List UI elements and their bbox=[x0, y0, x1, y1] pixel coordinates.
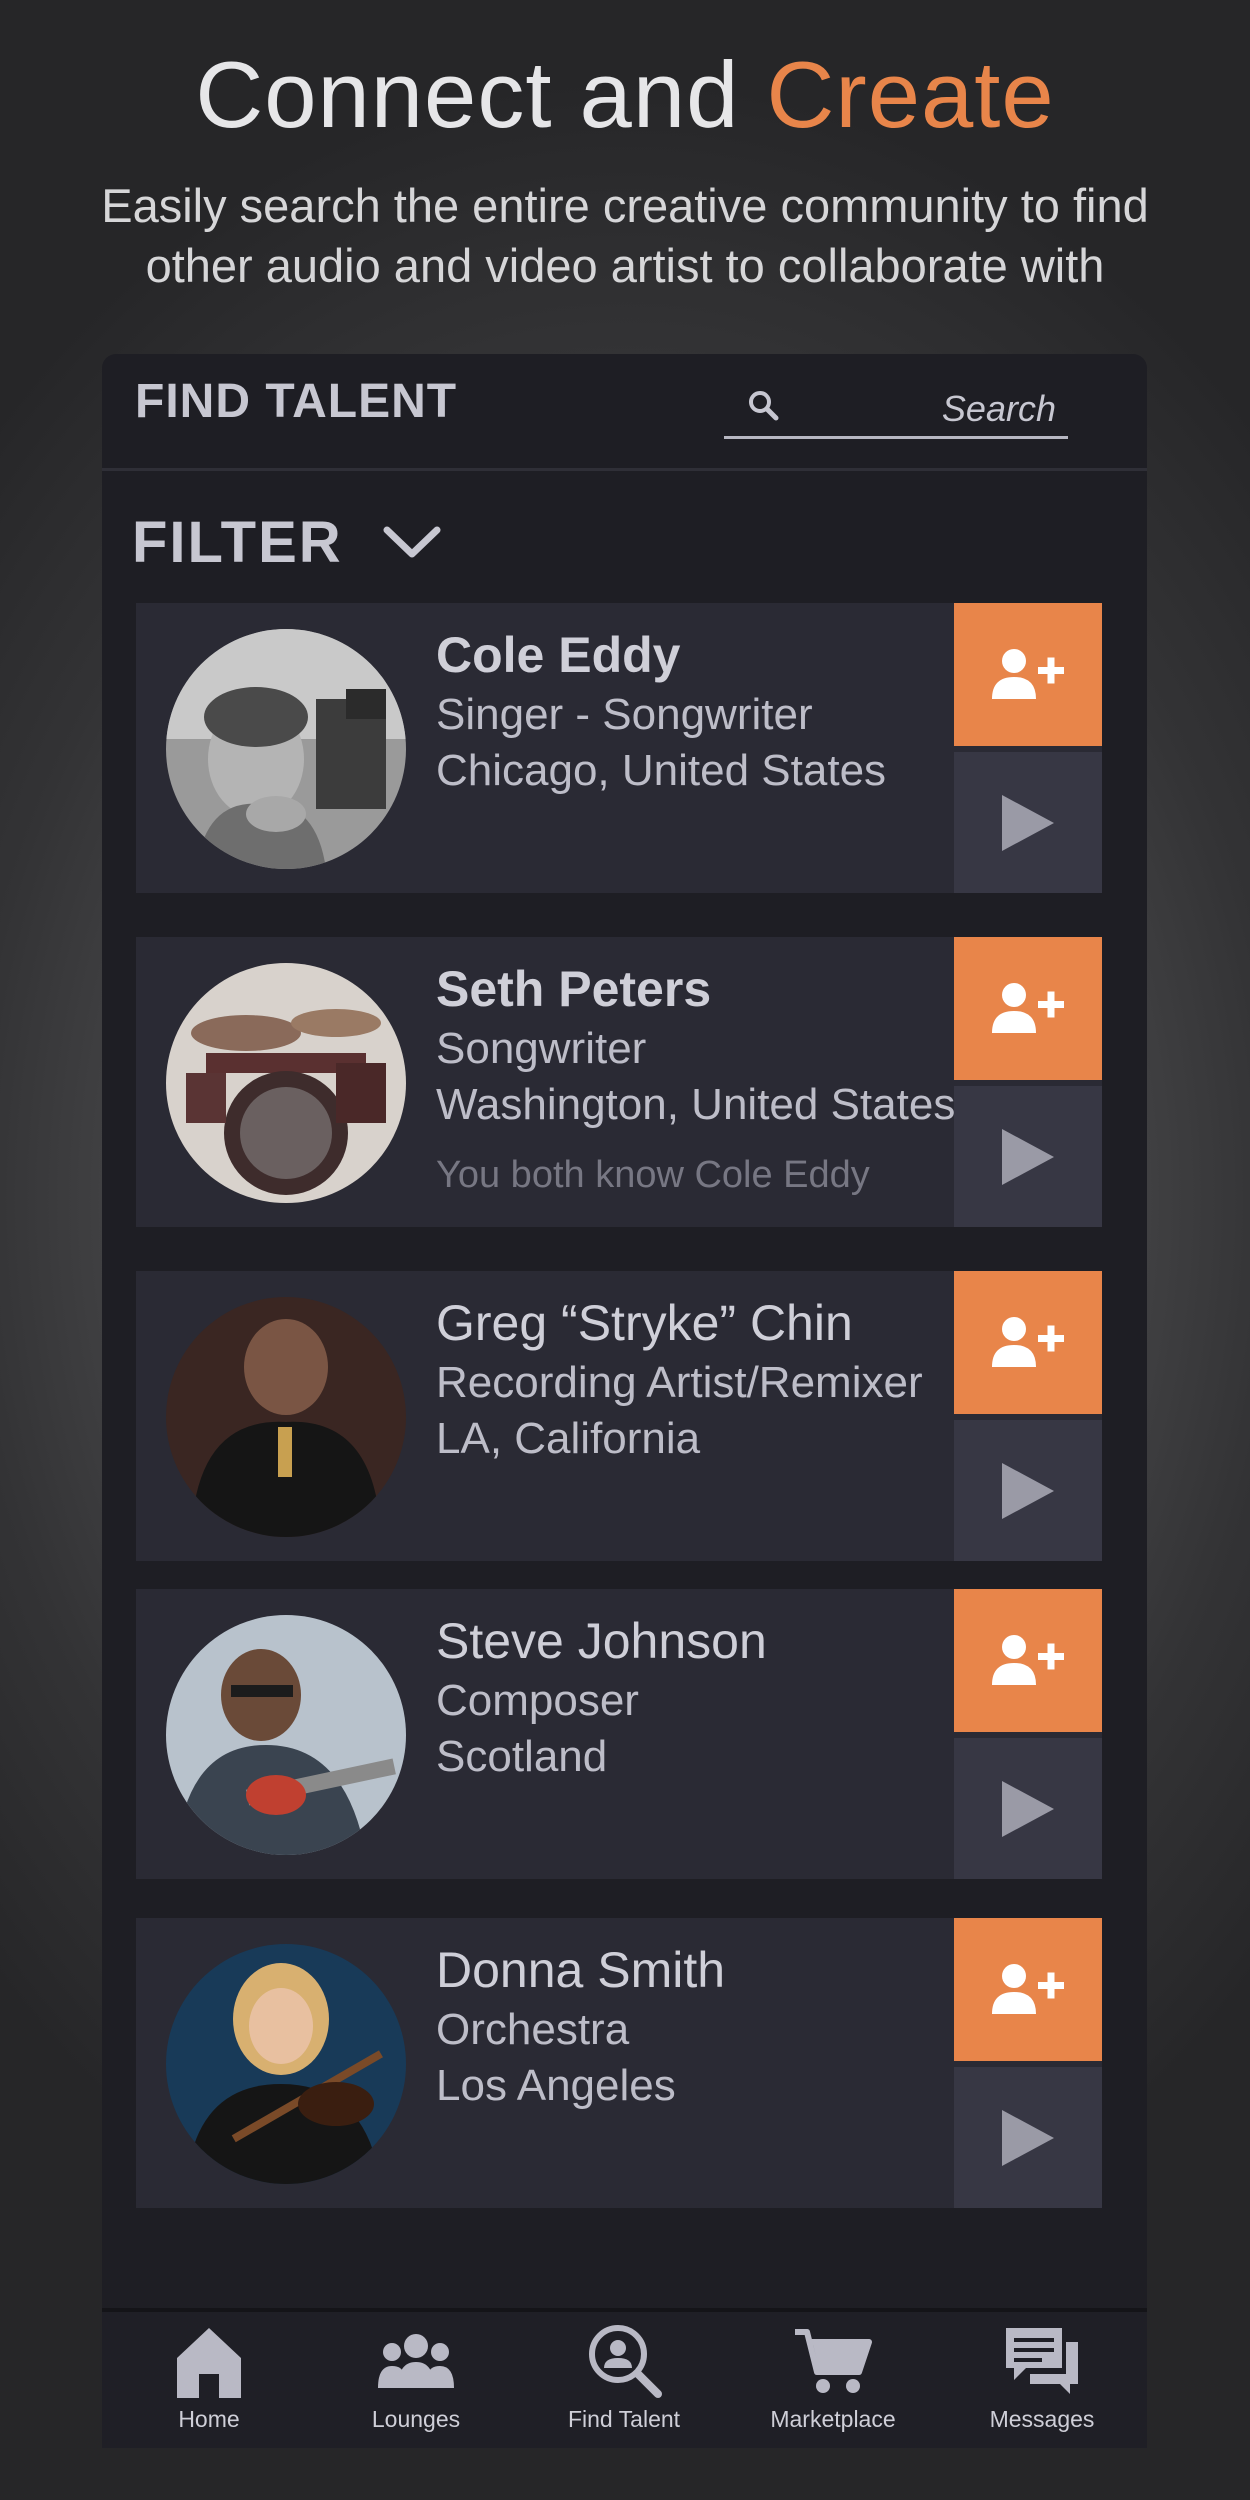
talent-info: Steve Johnson Composer Scotland bbox=[436, 1609, 966, 1785]
search-icon bbox=[749, 391, 779, 421]
talent-location: LA, California bbox=[436, 1414, 701, 1463]
user-plus-icon bbox=[992, 1963, 1064, 2014]
user-plus-icon bbox=[992, 982, 1064, 1033]
talent-role: Songwriter bbox=[436, 1024, 647, 1073]
talent-card[interactable]: Donna Smith Orchestra Los Angeles bbox=[136, 1918, 1102, 2208]
talent-location: Los Angeles bbox=[436, 2061, 676, 2110]
add-friend-button[interactable] bbox=[954, 1271, 1102, 1414]
talent-card[interactable]: Steve Johnson Composer Scotland bbox=[136, 1589, 1102, 1879]
avatar bbox=[166, 1615, 406, 1855]
home-icon bbox=[177, 2328, 241, 2398]
header-bar: FIND TALENT bbox=[102, 354, 1147, 471]
talent-name: Donna Smith bbox=[436, 1942, 726, 1998]
avatar bbox=[166, 1297, 406, 1537]
nav-item-find-talent[interactable]: Find Talent bbox=[524, 2322, 724, 2433]
hero-title-accent: Create bbox=[766, 42, 1055, 147]
search-person-icon bbox=[589, 2325, 662, 2398]
add-friend-button[interactable] bbox=[954, 1918, 1102, 2061]
bottom-nav: Home Lounges Find Talent Marketplace Mes… bbox=[102, 2308, 1147, 2448]
hero-subtitle: Easily search the entire creative commun… bbox=[101, 179, 1149, 292]
talent-card[interactable]: Seth Peters Songwriter Washington, Unite… bbox=[136, 937, 1102, 1227]
play-icon bbox=[1002, 794, 1054, 851]
talent-role: Orchestra bbox=[436, 2005, 630, 2054]
play-button[interactable] bbox=[954, 2067, 1102, 2208]
page-title: FIND TALENT bbox=[135, 375, 458, 428]
nav-label-home: Home bbox=[178, 2406, 240, 2432]
hero-title: Connect and Create bbox=[0, 40, 1250, 150]
avatar bbox=[166, 963, 406, 1203]
talent-name: Steve Johnson bbox=[436, 1613, 767, 1669]
play-icon bbox=[1002, 1780, 1054, 1837]
nav-item-home[interactable]: Home bbox=[109, 2322, 309, 2433]
talent-name: Greg “Stryke” Chin bbox=[436, 1295, 853, 1351]
talent-info: Donna Smith Orchestra Los Angeles bbox=[436, 1938, 966, 2114]
avatar bbox=[166, 1944, 406, 2184]
talent-role: Recording Artist/Remixer bbox=[436, 1358, 923, 1407]
avatar bbox=[166, 629, 406, 869]
app-screen: FIND TALENT FILTER bbox=[102, 354, 1147, 2448]
talent-name: Seth Peters bbox=[436, 961, 712, 1017]
messages-icon bbox=[1006, 2328, 1078, 2394]
talent-card[interactable]: Cole Eddy Singer - Songwriter Chicago, U… bbox=[136, 603, 1102, 893]
talent-role: Composer bbox=[436, 1676, 639, 1725]
user-plus-icon bbox=[992, 1316, 1064, 1367]
hero-title-main: Connect and bbox=[195, 42, 767, 147]
user-plus-icon bbox=[992, 1634, 1064, 1685]
play-button[interactable] bbox=[954, 1738, 1102, 1879]
add-friend-button[interactable] bbox=[954, 603, 1102, 746]
user-plus-icon bbox=[992, 648, 1064, 699]
nav-item-marketplace[interactable]: Marketplace bbox=[733, 2322, 933, 2433]
nav-label-find-talent: Find Talent bbox=[567, 2406, 681, 2432]
nav-label-lounges: Lounges bbox=[371, 2406, 461, 2432]
nav-item-lounges[interactable]: Lounges bbox=[316, 2322, 516, 2433]
play-button[interactable] bbox=[954, 1420, 1102, 1561]
talent-info: Cole Eddy Singer - Songwriter Chicago, U… bbox=[436, 623, 966, 799]
mutual-connection: You both know Cole Eddy bbox=[436, 1154, 870, 1196]
nav-label-messages: Messages bbox=[989, 2406, 1095, 2432]
talent-location: Washington, United States bbox=[436, 1080, 956, 1129]
play-icon bbox=[1002, 1462, 1054, 1519]
play-icon bbox=[1002, 1128, 1054, 1185]
play-icon bbox=[1002, 2109, 1054, 2166]
talent-location: Scotland bbox=[436, 1732, 608, 1781]
talent-location: Chicago, United States bbox=[436, 746, 887, 795]
nav-item-messages[interactable]: Messages bbox=[942, 2322, 1142, 2433]
talent-card[interactable]: Greg “Stryke” Chin Recording Artist/Remi… bbox=[136, 1271, 1102, 1561]
users-icon bbox=[378, 2334, 454, 2388]
play-button[interactable] bbox=[954, 1086, 1102, 1227]
play-button[interactable] bbox=[954, 752, 1102, 893]
talent-name: Cole Eddy bbox=[436, 627, 681, 683]
add-friend-button[interactable] bbox=[954, 937, 1102, 1080]
search-box[interactable] bbox=[724, 380, 1068, 439]
talent-info: Seth Peters Songwriter Washington, Unite… bbox=[436, 957, 966, 1203]
search-input[interactable] bbox=[794, 386, 1058, 432]
filter-label: FILTER bbox=[132, 509, 343, 575]
add-friend-button[interactable] bbox=[954, 1589, 1102, 1732]
cart-icon bbox=[795, 2329, 872, 2393]
talent-info: Greg “Stryke” Chin Recording Artist/Remi… bbox=[436, 1291, 966, 1467]
filter-toggle[interactable]: FILTER bbox=[132, 502, 443, 582]
chevron-down-icon bbox=[383, 526, 441, 558]
nav-label-marketplace: Marketplace bbox=[770, 2406, 896, 2432]
talent-role: Singer - Songwriter bbox=[436, 690, 813, 739]
